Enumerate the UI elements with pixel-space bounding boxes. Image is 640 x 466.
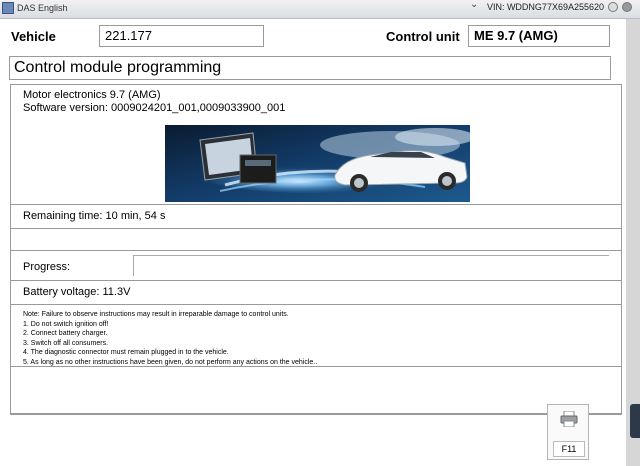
- side-tool-icon[interactable]: [630, 404, 640, 438]
- vehicle-label: Vehicle: [11, 29, 56, 44]
- vin-text: VIN: WDDNG77X69A255620: [486, 2, 604, 12]
- note-line: Note: Failure to observe instructions ma…: [23, 311, 289, 318]
- note-line: 4. The diagnostic connector must remain …: [23, 349, 229, 357]
- programming-panel: Motor electronics 9.7 (AMG) Software ver…: [10, 84, 622, 414]
- banner-illustration: [165, 125, 470, 202]
- window-title-area: DAS English: [2, 2, 68, 14]
- note-line: 5. As long as no other instructions have…: [23, 358, 318, 366]
- status-icon[interactable]: [622, 2, 632, 12]
- progress-row: Progress:: [11, 251, 621, 281]
- empty-row: [11, 229, 621, 251]
- app-icon: [2, 2, 14, 14]
- chevron-down-icon[interactable]: ⌄: [470, 0, 478, 10]
- right-edge-strip: [626, 19, 640, 466]
- title-bar: DAS English ⌄ VIN: WDDNG77X69A255620: [0, 0, 640, 19]
- vin-area: VIN: WDDNG77X69A255620: [487, 2, 632, 12]
- info-icon[interactable]: [608, 2, 618, 12]
- progress-bar: [133, 255, 609, 276]
- notes-row: Note: Failure to observe instructions ma…: [11, 305, 621, 367]
- control-unit-label: Control unit: [386, 29, 460, 44]
- note-line: 3. Switch off all consumers.: [23, 339, 109, 347]
- module-info: Motor electronics 9.7 (AMG) Software ver…: [23, 89, 285, 115]
- note-line: 1. Do not switch ignition off!: [23, 320, 109, 328]
- control-unit-field: ME 9.7 (AMG): [468, 25, 610, 47]
- note-list: Note: Failure to observe instructions ma…: [23, 310, 317, 368]
- battery-voltage: Battery voltage: 11.3V: [23, 286, 131, 298]
- progress-label: Progress:: [23, 261, 71, 273]
- programming-banner-image: [165, 125, 470, 202]
- printer-icon: [560, 410, 578, 432]
- software-version: Software version: 0009024201_001,0009033…: [23, 102, 286, 114]
- divider: [10, 414, 622, 415]
- f11-label: F11: [553, 441, 585, 457]
- vehicle-field: 221.177: [99, 25, 264, 47]
- page-title: Control module programming: [9, 56, 611, 80]
- module-name: Motor electronics 9.7 (AMG): [23, 89, 161, 101]
- f11-print-button[interactable]: F11: [547, 404, 589, 460]
- module-info-row: Motor electronics 9.7 (AMG) Software ver…: [11, 85, 621, 205]
- main-content: Vehicle 221.177 Control unit ME 9.7 (AMG…: [0, 19, 626, 466]
- remaining-time: Remaining time: 10 min, 54 s: [23, 210, 166, 222]
- window-title: DAS English: [17, 3, 68, 13]
- battery-row: Battery voltage: 11.3V: [11, 281, 621, 305]
- remaining-time-row: Remaining time: 10 min, 54 s: [11, 205, 621, 229]
- note-line: 2. Connect battery charger.: [23, 330, 108, 338]
